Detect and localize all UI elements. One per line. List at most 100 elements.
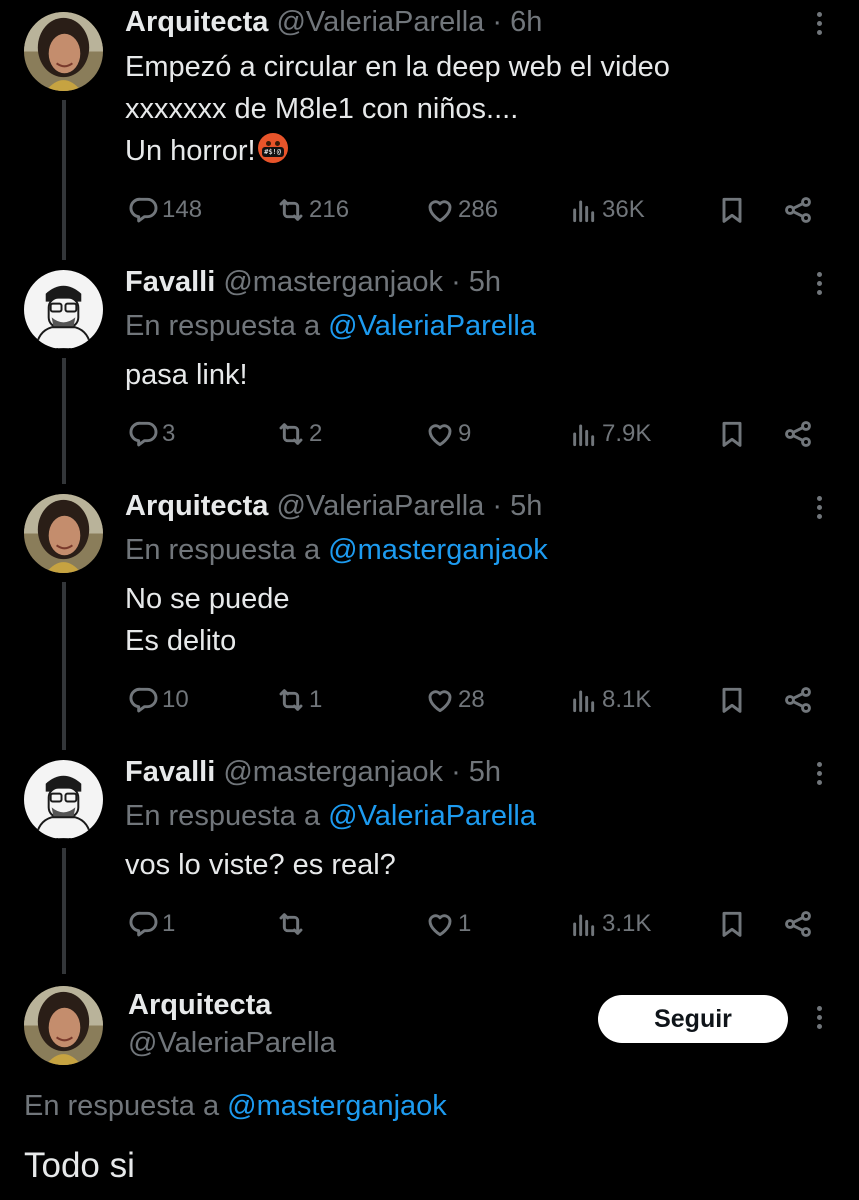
more-icon[interactable]	[808, 758, 830, 794]
action-bar: 10 1 28 8.1K	[0, 680, 859, 720]
like-button[interactable]: 1	[424, 904, 471, 944]
mention-link[interactable]: @ValeriaParella	[328, 310, 536, 342]
timestamp[interactable]: · 5h	[451, 756, 501, 788]
bookmark-icon	[716, 418, 748, 450]
more-icon[interactable]	[808, 268, 830, 304]
tweet-text-line: pasa link!	[125, 359, 248, 391]
handle[interactable]: @ValeriaParella	[128, 1024, 336, 1062]
mention-link[interactable]: @ValeriaParella	[328, 800, 536, 832]
thread-line-1	[62, 100, 66, 260]
reply-button[interactable]: 3	[128, 414, 175, 454]
reply-icon	[128, 418, 160, 450]
tweet-text: Todo si	[24, 1146, 135, 1185]
follow-button[interactable]: Seguir	[598, 995, 788, 1043]
like-icon	[424, 908, 456, 940]
tweet-header: Favalli @masterganjaok · 5h	[125, 752, 501, 792]
bookmark-icon	[716, 194, 748, 226]
retweet-icon	[275, 908, 307, 940]
share-icon	[782, 908, 814, 940]
thread-line-3	[62, 582, 66, 750]
retweet-icon	[275, 194, 307, 226]
action-bar: 148 216 286 36K	[0, 190, 859, 230]
handle[interactable]: @ValeriaParella	[276, 490, 484, 522]
bookmark-button[interactable]	[716, 904, 748, 944]
retweet-button[interactable]	[275, 904, 309, 944]
tweet-text-line: xxxxxxx de M8le1 con niños....	[125, 93, 519, 125]
share-button[interactable]	[782, 680, 814, 720]
views-icon	[568, 194, 600, 226]
tweet-header: Arquitecta @ValeriaParella · 5h	[125, 486, 542, 526]
tweet-header: Arquitecta @ValeriaParella · 6h	[125, 2, 542, 42]
more-icon[interactable]	[808, 492, 830, 528]
views-button[interactable]: 36K	[568, 190, 645, 230]
reply-button[interactable]: 10	[128, 680, 189, 720]
timestamp[interactable]: · 5h	[451, 266, 501, 298]
reply-context: En respuesta a @masterganjaok	[125, 534, 548, 566]
bookmark-button[interactable]	[716, 414, 748, 454]
views-button[interactable]: 7.9K	[568, 414, 651, 454]
views-button[interactable]: 8.1K	[568, 680, 651, 720]
share-button[interactable]	[782, 904, 814, 944]
share-button[interactable]	[782, 414, 814, 454]
more-icon[interactable]	[808, 8, 830, 44]
like-button[interactable]: 28	[424, 680, 485, 720]
share-button[interactable]	[782, 190, 814, 230]
mention-link[interactable]: @masterganjaok	[227, 1090, 447, 1122]
retweet-icon	[275, 684, 307, 716]
retweet-icon	[275, 418, 307, 450]
action-bar: 3 2 9 7.9K	[0, 414, 859, 454]
handle[interactable]: @ValeriaParella	[276, 6, 484, 38]
display-name[interactable]: Arquitecta	[128, 986, 271, 1024]
reply-context: En respuesta a @ValeriaParella	[125, 800, 536, 832]
more-icon[interactable]	[808, 1002, 830, 1038]
like-icon	[424, 684, 456, 716]
avatar[interactable]	[24, 760, 103, 839]
retweet-button[interactable]: 216	[275, 190, 349, 230]
tweet-text: No se puede Es delito	[125, 578, 289, 662]
avatar[interactable]	[24, 494, 103, 573]
views-icon	[568, 684, 600, 716]
reply-button[interactable]: 1	[128, 904, 175, 944]
tweet-text: vos lo viste? es real?	[125, 844, 396, 886]
reply-icon	[128, 684, 160, 716]
share-icon	[782, 684, 814, 716]
reply-icon	[128, 194, 160, 226]
avatar[interactable]	[24, 986, 103, 1065]
share-icon	[782, 418, 814, 450]
display-name[interactable]: Favalli	[125, 756, 215, 788]
tweet-text-line: Un horror! #$!@	[125, 130, 670, 172]
timestamp[interactable]: · 5h	[492, 490, 542, 522]
tweet-header: Favalli @masterganjaok · 5h	[125, 262, 501, 302]
reply-context: En respuesta a @masterganjaok	[24, 1090, 447, 1122]
reply-button[interactable]: 148	[128, 190, 202, 230]
handle[interactable]: @masterganjaok	[223, 756, 443, 788]
views-button[interactable]: 3.1K	[568, 904, 651, 944]
reply-context: En respuesta a @ValeriaParella	[125, 310, 536, 342]
tweet-text-line: No se puede	[125, 583, 290, 615]
avatar[interactable]	[24, 270, 103, 349]
display-name[interactable]: Favalli	[125, 266, 215, 298]
tweet-text: Empezó a circular en la deep web el vide…	[125, 46, 670, 172]
views-icon	[568, 908, 600, 940]
tweet-text: pasa link!	[125, 354, 248, 396]
tweet-text-line: Empezó a circular en la deep web el vide…	[125, 51, 670, 83]
display-name[interactable]: Arquitecta	[125, 6, 268, 38]
mention-link[interactable]: @masterganjaok	[328, 534, 548, 566]
retweet-button[interactable]: 2	[275, 414, 322, 454]
face-with-symbols-icon: #$!@	[257, 133, 288, 163]
like-icon	[424, 194, 456, 226]
timestamp[interactable]: · 6h	[492, 6, 542, 38]
tweet-text-line: vos lo viste? es real?	[125, 849, 396, 881]
reply-icon	[128, 908, 160, 940]
display-name[interactable]: Arquitecta	[125, 490, 268, 522]
bookmark-button[interactable]	[716, 190, 748, 230]
views-icon	[568, 418, 600, 450]
retweet-button[interactable]: 1	[275, 680, 322, 720]
share-icon	[782, 194, 814, 226]
bookmark-icon	[716, 684, 748, 716]
like-button[interactable]: 9	[424, 414, 471, 454]
like-button[interactable]: 286	[424, 190, 498, 230]
bookmark-button[interactable]	[716, 680, 748, 720]
handle[interactable]: @masterganjaok	[223, 266, 443, 298]
avatar[interactable]	[24, 12, 103, 91]
